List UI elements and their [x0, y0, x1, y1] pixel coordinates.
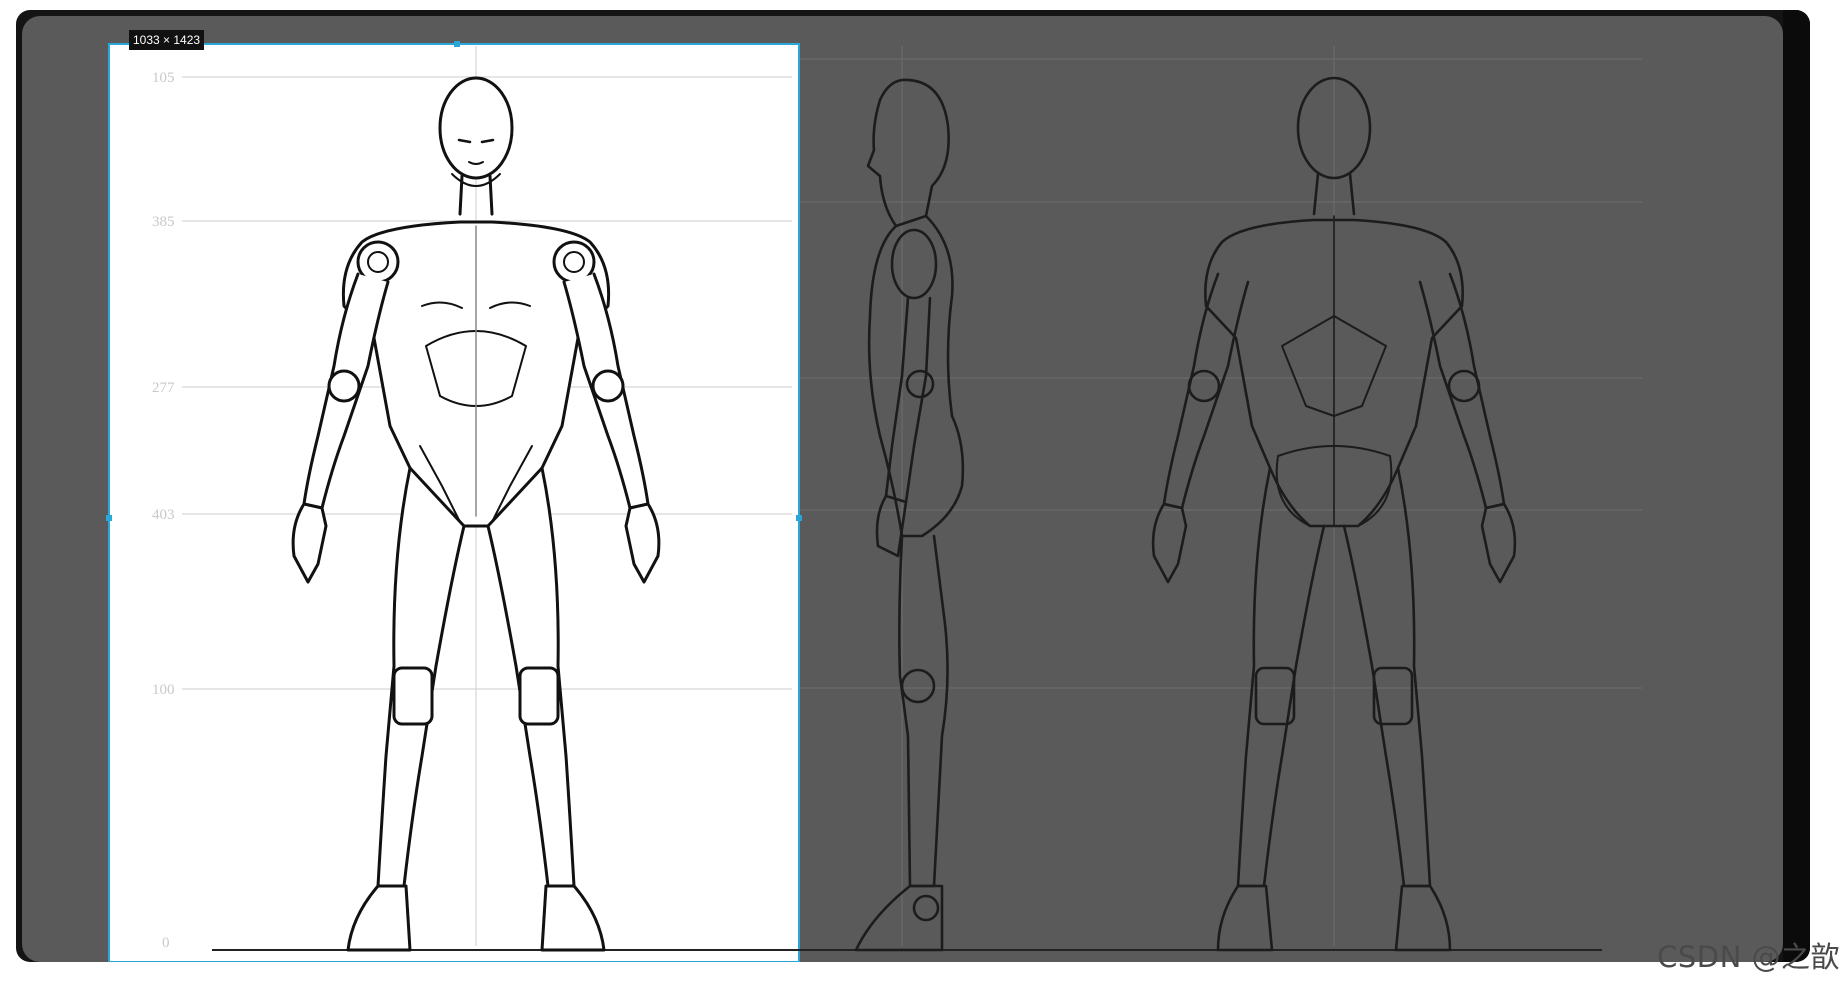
watermark-text: CSDN @之歆 — [1657, 940, 1840, 974]
screen-bezel — [1783, 10, 1810, 962]
ruler-tick: 385 — [152, 214, 175, 230]
screen-frame: 105 385 277 403 100 0 1033 × 1423 — [16, 10, 1810, 962]
ruler-tick: 277 — [152, 380, 175, 396]
selection-size-label: 1033 × 1423 — [129, 30, 205, 50]
ruler-tick: 403 — [152, 507, 175, 523]
handle-top[interactable] — [454, 41, 460, 47]
ruler-tick: 0 — [162, 935, 170, 951]
canvas-art: 105 385 277 403 100 0 — [106, 41, 1642, 962]
ruler-tick: 105 — [152, 70, 175, 86]
handle-left[interactable] — [106, 515, 112, 521]
ruler-tick: 100 — [152, 682, 175, 698]
figure-side-view — [854, 78, 965, 952]
image-viewport: 105 385 277 403 100 0 1033 × 1423 — [22, 16, 1783, 962]
handle-right[interactable] — [796, 515, 802, 521]
